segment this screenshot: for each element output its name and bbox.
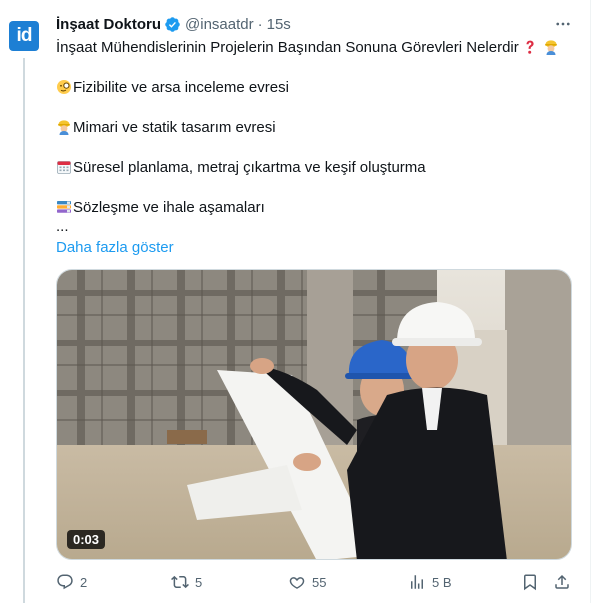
- tweet-header: İnşaat Doktoru @insaatdr · 15s: [56, 14, 291, 34]
- like-button[interactable]: 55: [288, 571, 326, 593]
- list-item-text: Fizibilite ve arsa inceleme evresi: [73, 79, 289, 96]
- ellipsis-icon[interactable]: [551, 14, 575, 34]
- tweet-card[interactable]: id İnşaat Doktoru @insaatdr · 15s İnşaat…: [0, 0, 591, 603]
- list-item: Sözleşme ve ihale aşamaları: [56, 198, 265, 218]
- construction-worker-icon: [58, 120, 70, 135]
- like-count: 55: [312, 574, 327, 590]
- view-count: 5 B: [432, 574, 452, 590]
- repost-button[interactable]: 5: [171, 571, 202, 593]
- list-item-text: Sözleşme ve ihale aşamaları: [73, 199, 265, 216]
- heart-icon: [289, 577, 305, 589]
- show-more-link[interactable]: Daha fazla göster: [56, 238, 174, 258]
- reply-icon: [57, 574, 73, 590]
- list-item-text: Mimari ve statik tasarım evresi: [73, 119, 276, 136]
- repost-count: 5: [195, 574, 203, 590]
- timestamp[interactable]: 15s: [267, 16, 291, 33]
- calendar-icon: [57, 161, 71, 174]
- share-icon: [555, 574, 569, 589]
- reply-button[interactable]: 2: [56, 571, 87, 593]
- avatar[interactable]: id: [9, 21, 39, 51]
- magnifying-face-icon: [57, 80, 71, 94]
- verified-badge-icon: [165, 16, 180, 32]
- thread-line: [23, 58, 25, 603]
- bookmark-icon: [524, 574, 536, 591]
- views-button[interactable]: 5 B: [408, 571, 452, 593]
- video-duration-badge: 0:03: [67, 530, 106, 549]
- action-bar: 2 5 55 5 B: [56, 571, 576, 593]
- author-name[interactable]: İnşaat Doktoru: [56, 16, 161, 33]
- construction-worker-icon: [544, 40, 557, 55]
- tweet-title-line: İnşaat Mühendislerinin Projelerin Başınd…: [56, 38, 560, 58]
- list-item: Süresel planlama, metraj çıkartma ve keş…: [56, 158, 426, 178]
- list-item-text: Süresel planlama, metraj çıkartma ve keş…: [73, 159, 426, 176]
- truncation-ellipsis: ...: [56, 218, 69, 235]
- list-item: Fizibilite ve arsa inceleme evresi: [56, 78, 289, 98]
- share-button[interactable]: [553, 571, 571, 593]
- separator-dot: ·: [257, 15, 263, 33]
- author-handle[interactable]: @insaatdr: [185, 16, 254, 33]
- analytics-icon: [411, 575, 423, 589]
- video-thumbnail: [57, 270, 571, 559]
- tweet-title: İnşaat Mühendislerinin Projelerin Başınd…: [56, 39, 519, 56]
- repost-icon: [171, 575, 189, 589]
- list-item: Mimari ve statik tasarım evresi: [56, 118, 276, 138]
- bookmark-button[interactable]: [521, 571, 539, 593]
- video-player[interactable]: 0:03: [56, 269, 572, 560]
- question-mark-icon: [526, 40, 534, 54]
- books-icon: [57, 201, 71, 213]
- reply-count: 2: [80, 574, 88, 590]
